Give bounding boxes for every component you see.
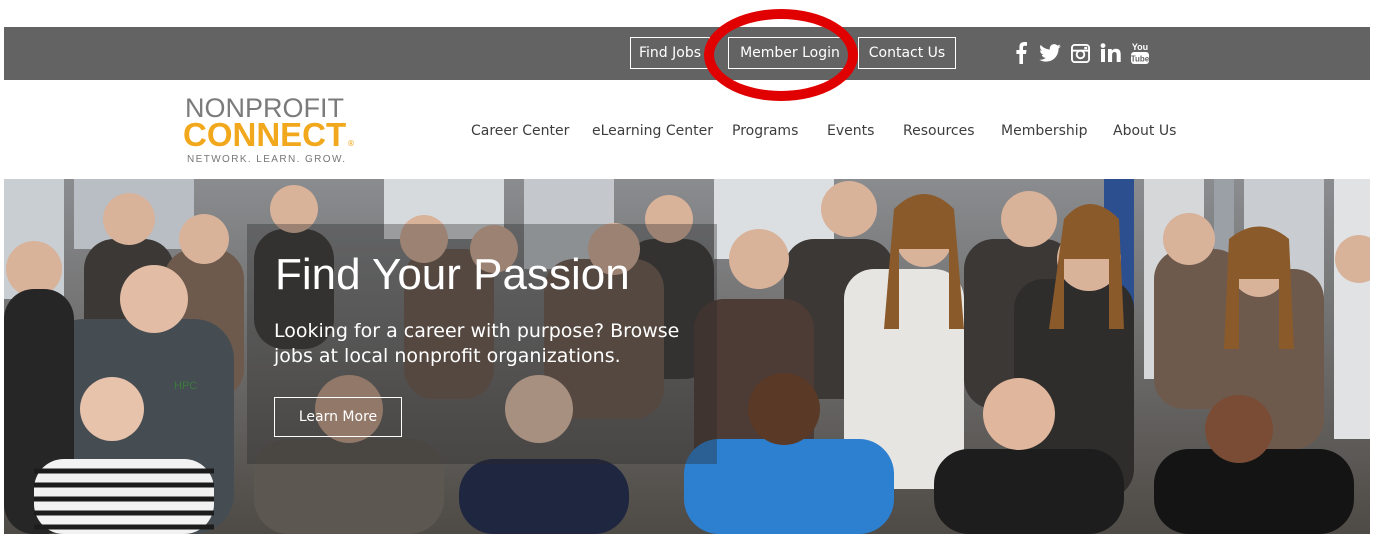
- logo-registered-mark: ®: [347, 139, 355, 148]
- linkedin-icon[interactable]: [1100, 41, 1122, 65]
- nav-about-us[interactable]: About Us: [1113, 123, 1176, 139]
- top-utility-bar: Find Jobs Member Login Contact Us You Tu…: [4, 27, 1370, 80]
- hero-description: Looking for a career with purpose? Brows…: [274, 320, 680, 367]
- logo-tagline: NETWORK. LEARN. GROW.: [187, 154, 347, 165]
- nav-programs[interactable]: Programs: [732, 123, 798, 139]
- learn-more-button[interactable]: Learn More: [274, 397, 402, 437]
- nav-elearning-center[interactable]: eLearning Center: [592, 123, 713, 139]
- nonprofit-connect-logo[interactable]: NONPROFIT CONNECT ® NETWORK. LEARN. GROW…: [183, 95, 373, 170]
- nav-resources[interactable]: Resources: [903, 123, 975, 139]
- hero-title: Find Your Passion: [275, 250, 630, 299]
- svg-text:Tube: Tube: [1131, 55, 1150, 64]
- find-jobs-button[interactable]: Find Jobs: [630, 37, 710, 69]
- hero-banner: HPC Find Your Passion Looking for a care…: [4, 179, 1370, 534]
- shirt-logo-text: HPC: [174, 380, 197, 392]
- member-login-button[interactable]: Member Login: [728, 37, 852, 69]
- youtube-icon[interactable]: You Tube: [1130, 41, 1150, 65]
- facebook-icon[interactable]: [1015, 41, 1027, 65]
- nav-membership[interactable]: Membership: [1001, 123, 1088, 139]
- instagram-icon[interactable]: [1071, 41, 1090, 65]
- twitter-icon[interactable]: [1039, 41, 1061, 65]
- nav-events[interactable]: Events: [827, 123, 874, 139]
- logo-line-2: CONNECT: [183, 116, 347, 153]
- svg-text:You: You: [1132, 42, 1148, 52]
- nav-career-center[interactable]: Career Center: [471, 123, 569, 139]
- contact-us-button[interactable]: Contact Us: [858, 37, 956, 69]
